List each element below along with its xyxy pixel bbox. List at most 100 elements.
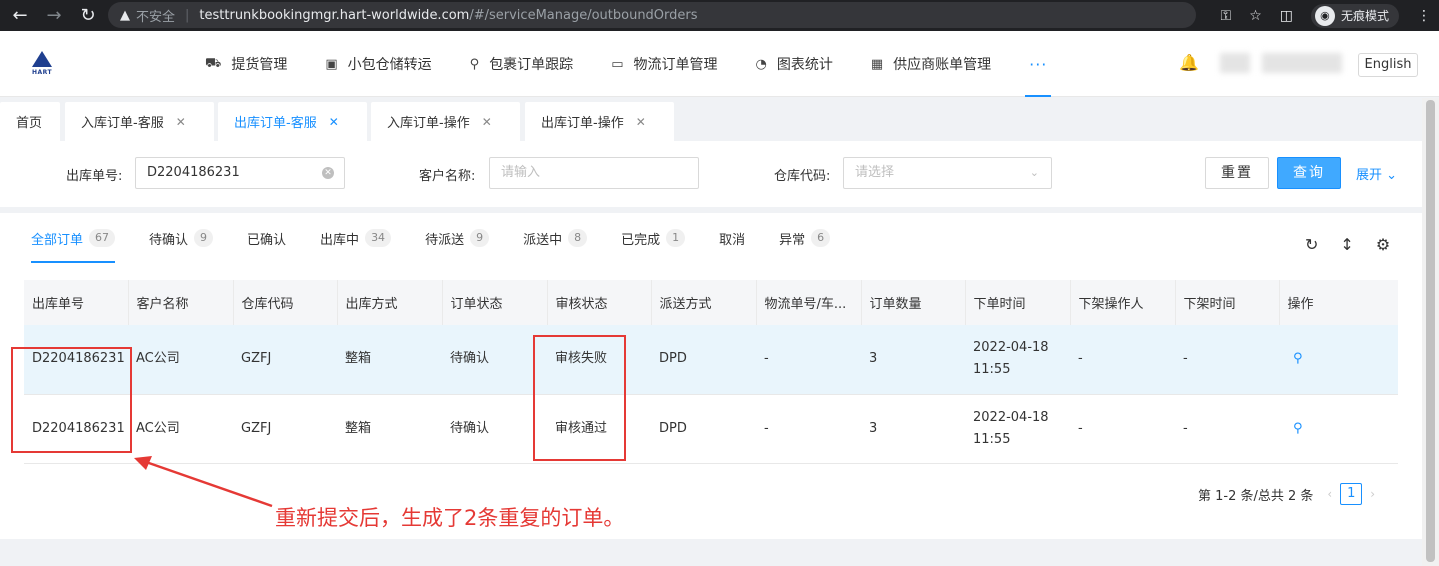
pie-chart-icon: ◔: [755, 56, 767, 72]
menu-kebab-icon[interactable]: ⋮: [1417, 8, 1431, 24]
next-page-icon[interactable]: ›: [1370, 487, 1375, 501]
nav-item-logistics-orders[interactable]: ▭ 物流订单管理: [611, 31, 717, 97]
cell-warehouse: GZFJ: [233, 325, 337, 395]
close-icon[interactable]: ✕: [482, 115, 492, 129]
sidebar-icon[interactable]: ◫: [1280, 8, 1293, 24]
col-header: 下单时间: [965, 280, 1071, 325]
address-bar[interactable]: ▲ 不安全 | testtrunkbookingmgr.hart-worldwi…: [108, 2, 1196, 28]
filter-panel: 出库单号: D2204186231 ✕ 客户名称: 请输入 仓库代码: 请选择 …: [0, 141, 1422, 207]
close-icon[interactable]: ✕: [176, 115, 186, 129]
customer-input[interactable]: 请输入: [489, 157, 699, 189]
settings-icon[interactable]: ⚙: [1376, 235, 1390, 254]
nav-item-pickup[interactable]: ⛟ 提货管理: [205, 31, 287, 97]
url-host: testtrunkbookingmgr.hart-worldwide.com: [199, 7, 470, 23]
warehouse-label: 仓库代码:: [774, 169, 831, 184]
calendar-icon: ▦: [870, 56, 884, 72]
scrollbar-thumb[interactable]: [1426, 100, 1435, 562]
incognito-badge[interactable]: ◉ 无痕模式: [1310, 3, 1399, 28]
cell-warehouse: GZFJ: [233, 394, 337, 464]
col-header: 审核状态: [547, 280, 652, 325]
tab-outbound-ops[interactable]: 出库订单-操作 ✕: [525, 102, 674, 141]
nav-item-parcel-tracking[interactable]: ⚲ 包裹订单跟踪: [470, 31, 574, 97]
col-header: 派送方式: [651, 280, 757, 325]
reset-button[interactable]: 重置: [1205, 157, 1269, 189]
status-tab-delivering[interactable]: 派送中 8: [523, 213, 588, 263]
cell-actions: ⚲: [1279, 394, 1398, 464]
tab-inbound-ops[interactable]: 入库订单-操作 ✕: [371, 102, 520, 141]
cell-qty: 3: [861, 325, 965, 395]
bell-icon[interactable]: 🔔: [1179, 53, 1199, 72]
insecure-label: 不安全: [136, 9, 176, 25]
status-tab-all[interactable]: 全部订单 67: [31, 213, 116, 263]
status-tab-confirmed[interactable]: 已确认: [247, 213, 286, 263]
key-icon[interactable]: ⚿: [1221, 8, 1232, 24]
app-header: HART ⛟ 提货管理 ▣ 小包仓储转运 ⚲ 包裹订单跟踪 ▭ 物流订单管理 ◔…: [0, 31, 1439, 97]
cell-status: 待确认: [442, 325, 547, 395]
tab-home[interactable]: 首页: [0, 102, 60, 141]
tab-inbound-cs[interactable]: 入库订单-客服 ✕: [65, 102, 214, 141]
cell-qty: 3: [861, 394, 965, 464]
col-header: 订单数量: [861, 280, 966, 325]
status-tab-pending[interactable]: 待确认 9: [149, 213, 214, 263]
logo-text: HART: [31, 69, 53, 76]
col-header: 操作: [1279, 280, 1398, 325]
clear-icon[interactable]: ✕: [322, 167, 334, 179]
column-height-icon[interactable]: ↕: [1340, 235, 1353, 254]
col-header: 出库单号: [24, 280, 129, 325]
cell-customer: AC公司: [128, 394, 233, 464]
orders-table: 出库单号 客户名称 仓库代码 出库方式 订单状态 审核状态 派送方式 物流单号/…: [24, 280, 1398, 464]
nav-item-charts[interactable]: ◔ 图表统计: [755, 31, 832, 97]
url-path: /#/serviceManage/outboundOrders: [469, 7, 698, 23]
nav-more-button[interactable]: ···: [1025, 31, 1052, 97]
tab-outbound-cs[interactable]: 出库订单-客服 ✕: [218, 102, 367, 141]
nav-item-parcel-warehouse[interactable]: ▣ 小包仓储转运: [325, 31, 431, 97]
customer-label: 客户名称:: [419, 169, 476, 184]
cell-tracking: -: [756, 325, 861, 395]
nav-item-supplier-bills[interactable]: ▦ 供应商账单管理: [871, 31, 991, 97]
col-header: 仓库代码: [233, 280, 338, 325]
status-tab-completed[interactable]: 已完成 1: [621, 213, 686, 263]
star-icon[interactable]: ☆: [1249, 8, 1262, 24]
table-row[interactable]: D2204186231 AC公司 GZFJ 整箱 待确认 审核失败 DPD - …: [24, 325, 1398, 395]
status-tab-cancelled[interactable]: 取消: [719, 213, 745, 263]
cell-customer: AC公司: [128, 325, 233, 395]
cell-tracking: -: [756, 394, 861, 464]
reload-icon[interactable]: ↻: [74, 5, 102, 26]
page-tabs: 首页 入库订单-客服 ✕ 出库订单-客服 ✕ 入库订单-操作 ✕ 出库订单-操作…: [0, 98, 1422, 141]
search-icon[interactable]: ⚲: [1287, 421, 1303, 436]
truck-icon: ⛟: [205, 55, 222, 71]
cell-delivery: DPD: [651, 394, 756, 464]
language-button[interactable]: English: [1358, 53, 1418, 77]
status-tab-exception[interactable]: 异常 6: [779, 213, 831, 263]
count-badge: 6: [811, 229, 831, 247]
warning-icon: ▲: [120, 7, 130, 23]
table-row[interactable]: D2204186231 AC公司 GZFJ 整箱 待确认 审核通过 DPD - …: [24, 394, 1398, 464]
chevron-down-icon: ⌄: [1029, 166, 1039, 179]
browser-toolbar: ← → ↻ ▲ 不安全 | testtrunkbookingmgr.hart-w…: [0, 0, 1439, 31]
redacted-username: [1262, 53, 1342, 73]
expand-toggle[interactable]: 展开 ⌄: [1356, 164, 1397, 183]
status-tab-awaiting-delivery[interactable]: 待派送 9: [425, 213, 490, 263]
hart-logo[interactable]: HART: [22, 49, 62, 81]
count-badge: 9: [470, 229, 490, 247]
query-button[interactable]: 查询: [1277, 157, 1341, 189]
pagination: 第 1-2 条/总共 2 条 ‹ 1 ›: [1198, 483, 1383, 505]
close-icon[interactable]: ✕: [636, 115, 646, 129]
page-button-current[interactable]: 1: [1340, 483, 1363, 505]
order-no-input[interactable]: D2204186231 ✕: [135, 157, 345, 189]
prev-page-icon[interactable]: ‹: [1327, 487, 1332, 501]
vertical-scrollbar[interactable]: [1422, 98, 1439, 566]
col-header: 订单状态: [442, 280, 548, 325]
cell-operator: -: [1070, 325, 1175, 395]
table-header-row: 出库单号 客户名称 仓库代码 出库方式 订单状态 审核状态 派送方式 物流单号/…: [24, 280, 1398, 325]
refresh-icon[interactable]: ↻: [1305, 235, 1318, 254]
box-icon: ▣: [325, 56, 338, 72]
status-tab-outbounding[interactable]: 出库中 34: [320, 213, 392, 263]
back-arrow-icon[interactable]: ←: [6, 5, 34, 26]
warehouse-select[interactable]: 请选择 ⌄: [843, 157, 1052, 189]
close-icon[interactable]: ✕: [329, 115, 339, 129]
cell-time: 2022-04-18 11:55: [965, 394, 1070, 464]
search-icon[interactable]: ⚲: [1287, 351, 1303, 366]
forward-arrow-icon[interactable]: →: [40, 5, 68, 26]
incognito-label: 无痕模式: [1340, 9, 1389, 23]
